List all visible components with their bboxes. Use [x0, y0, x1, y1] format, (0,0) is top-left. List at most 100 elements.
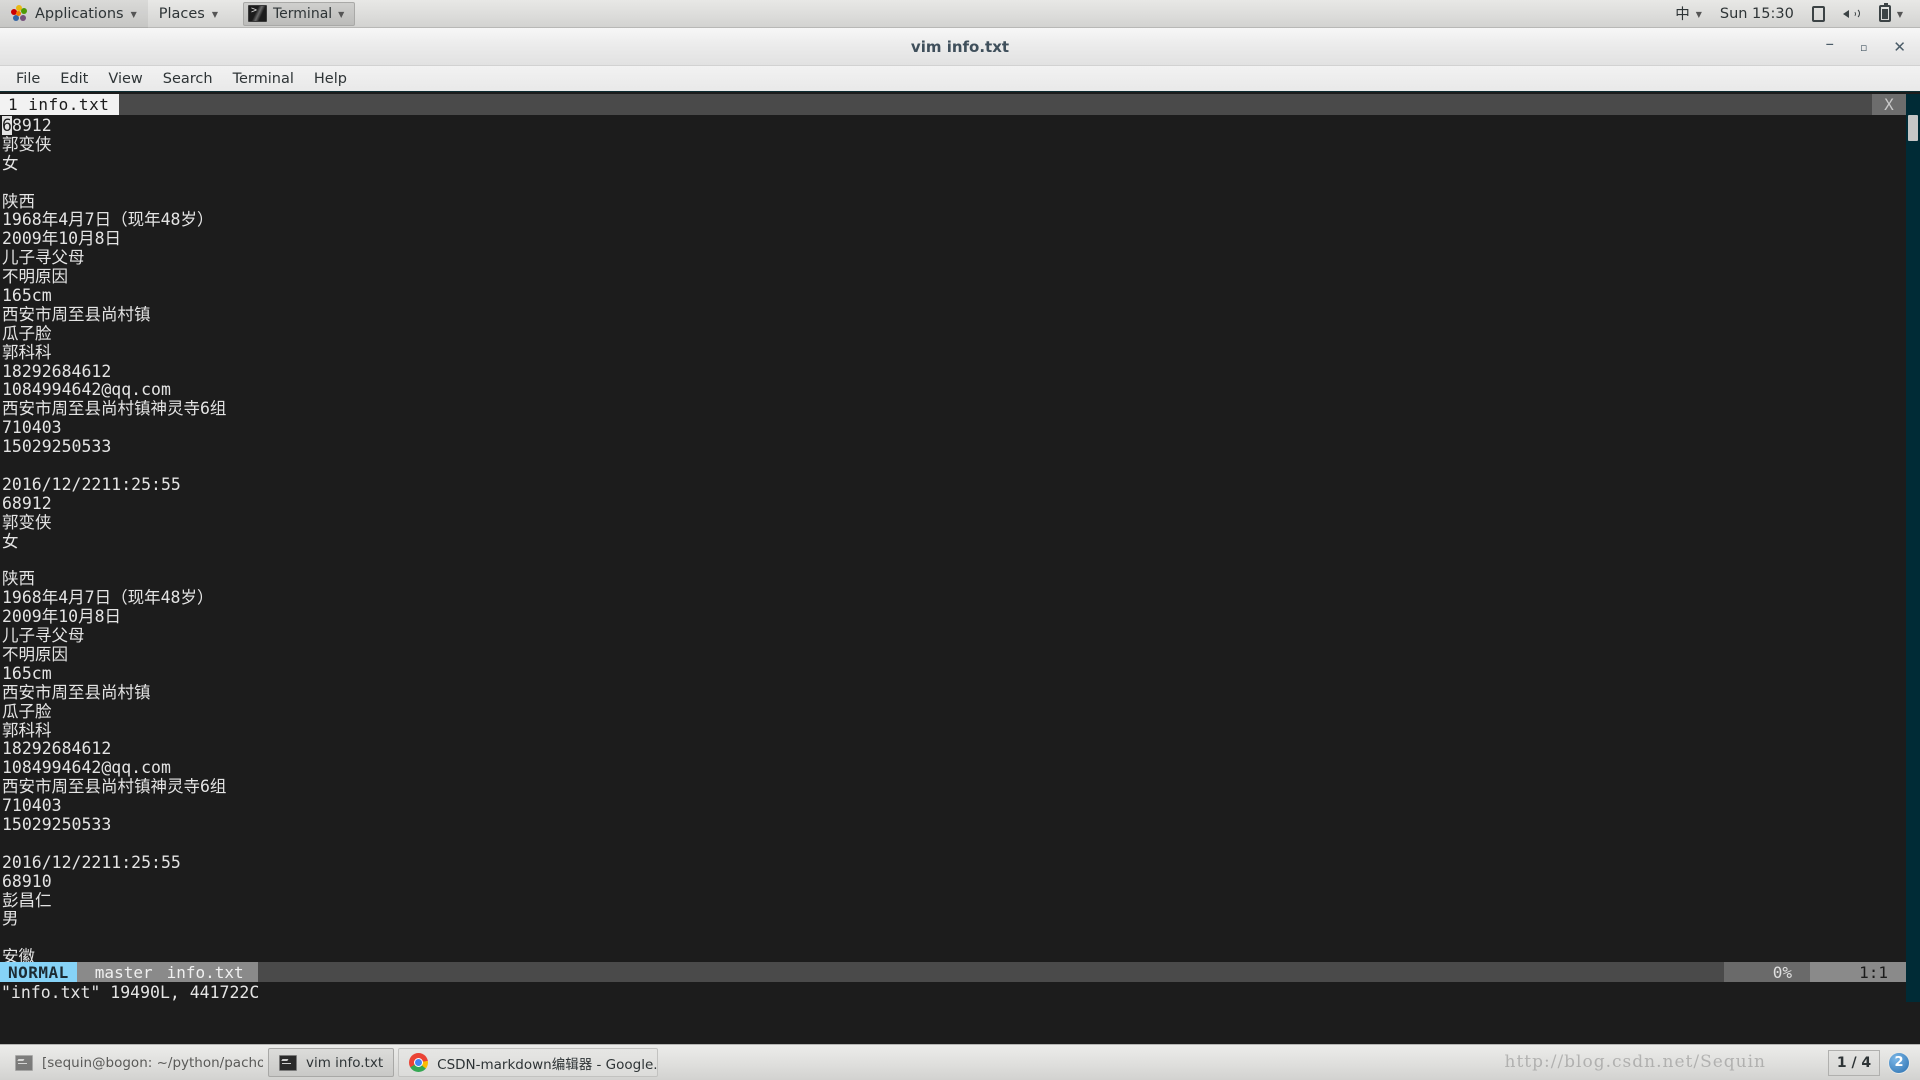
statusline-git-branch: master — [77, 962, 167, 982]
battery-tray-icon-wrap[interactable]: ▼ — [1870, 0, 1912, 28]
statusline-filename: info.txt — [167, 962, 258, 982]
chrome-icon — [409, 1053, 428, 1072]
vim-body: 68912郭变侠女 陕西1968年4月7日（现年48岁）2009年10月8日儿子… — [0, 115, 1920, 1002]
menubar: File Edit View Search Terminal Help — [0, 66, 1920, 92]
notification-badge[interactable]: 2 — [1888, 1052, 1910, 1074]
buffer-line: 710403 — [2, 797, 1906, 816]
chevron-down-icon: ▼ — [131, 11, 137, 19]
maximize-button[interactable]: ▫ — [1860, 42, 1867, 53]
buffer-line: 1084994642@qq.com — [2, 759, 1906, 778]
buffer-line — [2, 835, 1906, 854]
places-menu[interactable]: Places ▼ — [148, 0, 229, 28]
vim-editor: 1 info.txt X 68912郭变侠女 陕西1968年4月7日（现年48岁… — [0, 94, 1920, 1002]
watermark-text: http://blog.csdn.net/Sequin — [1505, 1052, 1767, 1072]
buffer-line — [2, 457, 1906, 476]
statusline-percent: 0% — [1724, 962, 1810, 982]
menu-edit[interactable]: Edit — [50, 66, 98, 92]
terminal-icon — [279, 1055, 297, 1071]
notes-tray-icon-wrap[interactable] — [1803, 0, 1834, 28]
volume-tray-icon-wrap[interactable] — [1834, 0, 1870, 28]
buffer-line: 68912 — [2, 495, 1906, 514]
buffer-line — [2, 929, 1906, 948]
buffer-line: 710403 — [2, 419, 1906, 438]
buffer-line: 陕西 — [2, 570, 1906, 589]
buffer-line: 15029250533 — [2, 438, 1906, 457]
buffer-line: 儿子寻父母 — [2, 627, 1906, 646]
menu-help[interactable]: Help — [304, 66, 357, 92]
taskbar-right: http://blog.csdn.net/Sequin 1 / 4 2 — [1828, 1050, 1916, 1076]
buffer-line: 18292684612 — [2, 363, 1906, 382]
vim-command-line[interactable]: "info.txt" 19490L, 441722C — [0, 982, 1920, 1002]
taskbar-item-chrome-csdn[interactable]: CSDN-markdown编辑器 - Google... — [398, 1048, 658, 1077]
buffer-line: 不明原因 — [2, 268, 1906, 287]
buffer-line: 陕西 — [2, 193, 1906, 212]
buffer-line: 西安市周至县尚村镇 — [2, 684, 1906, 703]
menu-view[interactable]: View — [98, 66, 152, 92]
buffer-line: 儿子寻父母 — [2, 249, 1906, 268]
buffer-line: 瓜子脸 — [2, 703, 1906, 722]
buffer-line: 瓜子脸 — [2, 325, 1906, 344]
window-titlebar: vim info.txt – ▫ ✕ — [0, 28, 1920, 66]
buffer-line: 女 — [2, 155, 1906, 174]
vim-text-buffer[interactable]: 68912郭变侠女 陕西1968年4月7日（现年48岁）2009年10月8日儿子… — [0, 115, 1906, 962]
chevron-down-icon: ▼ — [212, 11, 218, 19]
close-button[interactable]: ✕ — [1893, 40, 1906, 55]
text-cursor: 6 — [2, 116, 12, 135]
menu-file[interactable]: File — [6, 66, 50, 92]
buffer-line: 1968年4月7日（现年48岁） — [2, 211, 1906, 230]
buffer-line: 165cm — [2, 287, 1906, 306]
taskbar-item-label: CSDN-markdown编辑器 - Google... — [437, 1053, 658, 1073]
vim-tab-close-button[interactable]: X — [1872, 94, 1906, 115]
taskbar-item-terminal-sequin[interactable]: [sequin@bogon: ~/python/pachong] — [4, 1048, 264, 1077]
vim-tab-info-txt[interactable]: 1 info.txt — [0, 94, 119, 115]
scrollbar-thumb[interactable] — [1908, 115, 1918, 141]
buffer-line: 郭科科 — [2, 344, 1906, 363]
window-controls: – ▫ ✕ — [1825, 28, 1906, 66]
buffer-line: 18292684612 — [2, 740, 1906, 759]
buffer-line: 西安市周至县尚村镇神灵寺6组 — [2, 400, 1906, 419]
input-method-label: 中 — [1675, 3, 1690, 24]
buffer-line: 女 — [2, 533, 1906, 552]
buffer-line: 2009年10月8日 — [2, 230, 1906, 249]
menu-terminal[interactable]: Terminal — [223, 66, 304, 92]
top-panel: Applications ▼ Places ▼ Terminal ▼ 中 ▼ S… — [0, 0, 1920, 28]
applications-menu[interactable]: Applications ▼ — [0, 0, 148, 28]
input-method-indicator[interactable]: 中 ▼ — [1666, 0, 1711, 28]
menu-search[interactable]: Search — [153, 66, 223, 92]
clock[interactable]: Sun 15:30 — [1711, 0, 1803, 28]
chevron-down-icon: ▼ — [1897, 11, 1903, 19]
vim-tabline-edge — [1906, 94, 1920, 115]
statusline-position: 1:1 — [1810, 962, 1906, 982]
taskbar-item-vim-info-txt[interactable]: vim info.txt — [268, 1048, 394, 1077]
minimize-button[interactable]: – — [1825, 36, 1834, 53]
buffer-line — [2, 551, 1906, 570]
buffer-line: 郭变侠 — [2, 136, 1906, 155]
buffer-line: 2009年10月8日 — [2, 608, 1906, 627]
battery-icon — [1879, 5, 1891, 22]
vertical-scrollbar[interactable] — [1906, 115, 1920, 1002]
taskbar-item-label: [sequin@bogon: ~/python/pachong] — [42, 1055, 264, 1071]
buffer-line — [2, 174, 1906, 193]
buffer-line: 安徽 — [2, 948, 1906, 962]
buffer-line: 彭昌仁 — [2, 892, 1906, 911]
vim-tabline-filler — [119, 94, 1872, 115]
vim-tabline: 1 info.txt X — [0, 94, 1920, 115]
chevron-down-icon: ▼ — [1696, 11, 1702, 19]
terminal-icon — [15, 1055, 33, 1071]
panel-tray: 中 ▼ Sun 15:30 ▼ — [1666, 0, 1920, 28]
terminal-window: vim info.txt – ▫ ✕ File Edit View Search… — [0, 28, 1920, 1044]
gnome-foot-icon — [11, 5, 28, 22]
buffer-line: 2016/12/2211:25:55 — [2, 476, 1906, 495]
statusline-mode: NORMAL — [0, 962, 77, 982]
taskbar: [sequin@bogon: ~/python/pachong] vim inf… — [0, 1044, 1920, 1080]
buffer-line: 郭变侠 — [2, 514, 1906, 533]
buffer-line: 男 — [2, 910, 1906, 929]
workspace-switcher[interactable]: 1 / 4 — [1828, 1050, 1880, 1076]
taskbar-item-label: vim info.txt — [306, 1055, 383, 1071]
buffer-line: 1968年4月7日（现年48岁） — [2, 589, 1906, 608]
window-list-button-terminal[interactable]: Terminal ▼ — [243, 2, 355, 26]
buffer-line: 西安市周至县尚村镇 — [2, 306, 1906, 325]
vim-statusline: NORMAL master info.txt 0% 1:1 — [0, 962, 1906, 982]
statusline-spacer — [258, 962, 1724, 982]
window-title: vim info.txt — [911, 38, 1009, 56]
